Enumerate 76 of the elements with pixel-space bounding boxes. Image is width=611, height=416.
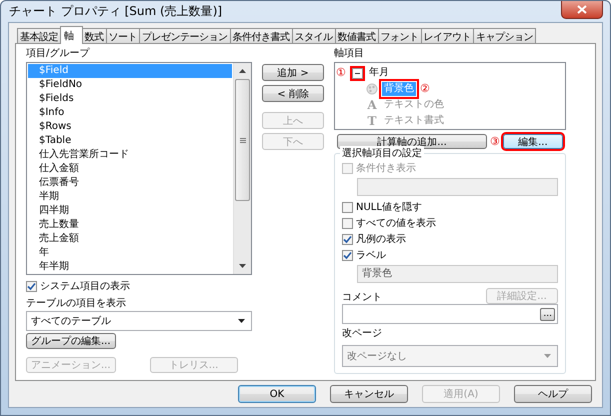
table-dropdown[interactable]: すべてのテーブル <box>26 311 252 331</box>
tab[interactable]: スタイル <box>292 28 336 43</box>
tab[interactable]: ソート <box>106 28 140 43</box>
tab[interactable]: 基本設定 <box>17 28 61 43</box>
palette-icon <box>366 83 378 95</box>
field-listbox[interactable]: $Field $FieldNo $Fields $Info $Rows $Table 仕入先営業所コード 仕入金額 伝票番号 半期 四半期 売上数量 売上金額 年 年半期 <box>26 62 252 275</box>
button[interactable]: グループの編集... <box>26 333 116 349</box>
list-item[interactable]: 四半期 <box>28 204 232 218</box>
close-button[interactable] <box>561 1 603 19</box>
tab[interactable]: プレゼンテーション <box>139 28 230 43</box>
list-item[interactable]: $FieldNo <box>28 78 232 92</box>
table-filter-label: テーブルの項目を表示 <box>26 296 127 311</box>
tree-item[interactable]: テキスト書式 <box>382 114 446 128</box>
tab[interactable]: 数値書式 <box>334 28 378 43</box>
tree-item[interactable]: 年月 <box>366 66 391 80</box>
checkbox-label: システム項目の表示 <box>40 280 130 293</box>
window-title: チャート プロパティ [Sum (売上数量)] <box>8 3 222 20</box>
collapse-toggle[interactable] <box>352 68 363 78</box>
grip-icon <box>240 138 246 142</box>
list-item[interactable]: $Table <box>28 134 232 148</box>
close-icon <box>577 5 587 14</box>
list-item[interactable]: 伝票番号 <box>28 176 232 190</box>
tab[interactable]: 数式 <box>82 28 106 43</box>
button[interactable]: OK <box>238 385 316 403</box>
checkbox[interactable] <box>342 250 353 260</box>
button[interactable]: 編集... <box>502 134 563 149</box>
minus-icon <box>354 70 360 76</box>
list-item[interactable]: 売上金額 <box>28 232 232 246</box>
field-list-label: 項目/グループ <box>26 46 91 61</box>
checkbox-label: NULL値を隠す <box>356 200 422 214</box>
checkbox[interactable] <box>342 202 353 212</box>
scroll-up-icon <box>239 69 246 73</box>
glyph-icon: A <box>366 98 378 112</box>
scrollbar-thumb[interactable] <box>235 79 250 201</box>
button[interactable]: < 削除 <box>262 85 324 102</box>
list-item[interactable]: 年半期 <box>28 260 232 274</box>
tab[interactable]: 軸 <box>60 26 82 44</box>
scroll-down-icon <box>239 264 246 268</box>
checkbox[interactable] <box>342 234 353 244</box>
list-item[interactable]: $Rows <box>28 120 232 134</box>
tree-item[interactable]: テキストの色 <box>382 98 446 112</box>
button[interactable]: ヘルプ <box>514 385 592 403</box>
dimension-list-label: 軸項目 <box>334 46 365 61</box>
callout-number: ① <box>336 67 346 79</box>
list-item[interactable]: 仕入金額 <box>28 162 232 176</box>
tab[interactable]: レイアウト <box>420 28 474 43</box>
list-item[interactable]: $Info <box>28 106 232 120</box>
checkbox-label: ラベル <box>356 249 386 262</box>
button[interactable]: キャンセル <box>330 385 408 403</box>
checkbox-label: 条件付き表示 <box>356 162 416 175</box>
glyph-icon: T <box>366 114 378 128</box>
list-item[interactable]: 半期 <box>28 190 232 204</box>
dimension-tree[interactable]: ① 年月 背景色 ② A テキストの色 T テキスト書式 <box>334 62 566 130</box>
tab[interactable]: フォント <box>378 28 422 43</box>
tab[interactable]: 条件付き書式 <box>230 28 292 43</box>
checkbox[interactable] <box>342 218 353 228</box>
scrollbar[interactable] <box>233 63 251 274</box>
checkbox-label: 凡例の表示 <box>356 232 406 246</box>
checkbox-label: すべての値を表示 <box>356 216 436 230</box>
dropdown-arrow-icon <box>544 354 551 358</box>
comment-field[interactable]: ... <box>342 304 558 324</box>
button[interactable]: 追加 > <box>262 64 324 81</box>
callout-number: ③ <box>490 136 500 148</box>
dropdown-arrow-icon <box>238 319 245 323</box>
button[interactable]: 計算軸の追加... <box>337 134 487 149</box>
browse-button[interactable]: ... <box>540 308 555 320</box>
list-item[interactable]: 売上数量 <box>28 218 232 232</box>
group-title: 選択軸項目の設定 <box>340 146 424 160</box>
tab[interactable]: キャプション <box>473 28 536 43</box>
list-item[interactable]: 仕入先営業所コード <box>28 148 232 162</box>
callout-number: ② <box>420 83 430 95</box>
list-item[interactable]: $Fields <box>28 92 232 106</box>
page-break-label: 改ページ <box>342 327 383 341</box>
checkbox[interactable] <box>26 280 37 292</box>
list-item[interactable]: 年 <box>28 246 232 260</box>
comment-label: コメント <box>342 291 382 304</box>
